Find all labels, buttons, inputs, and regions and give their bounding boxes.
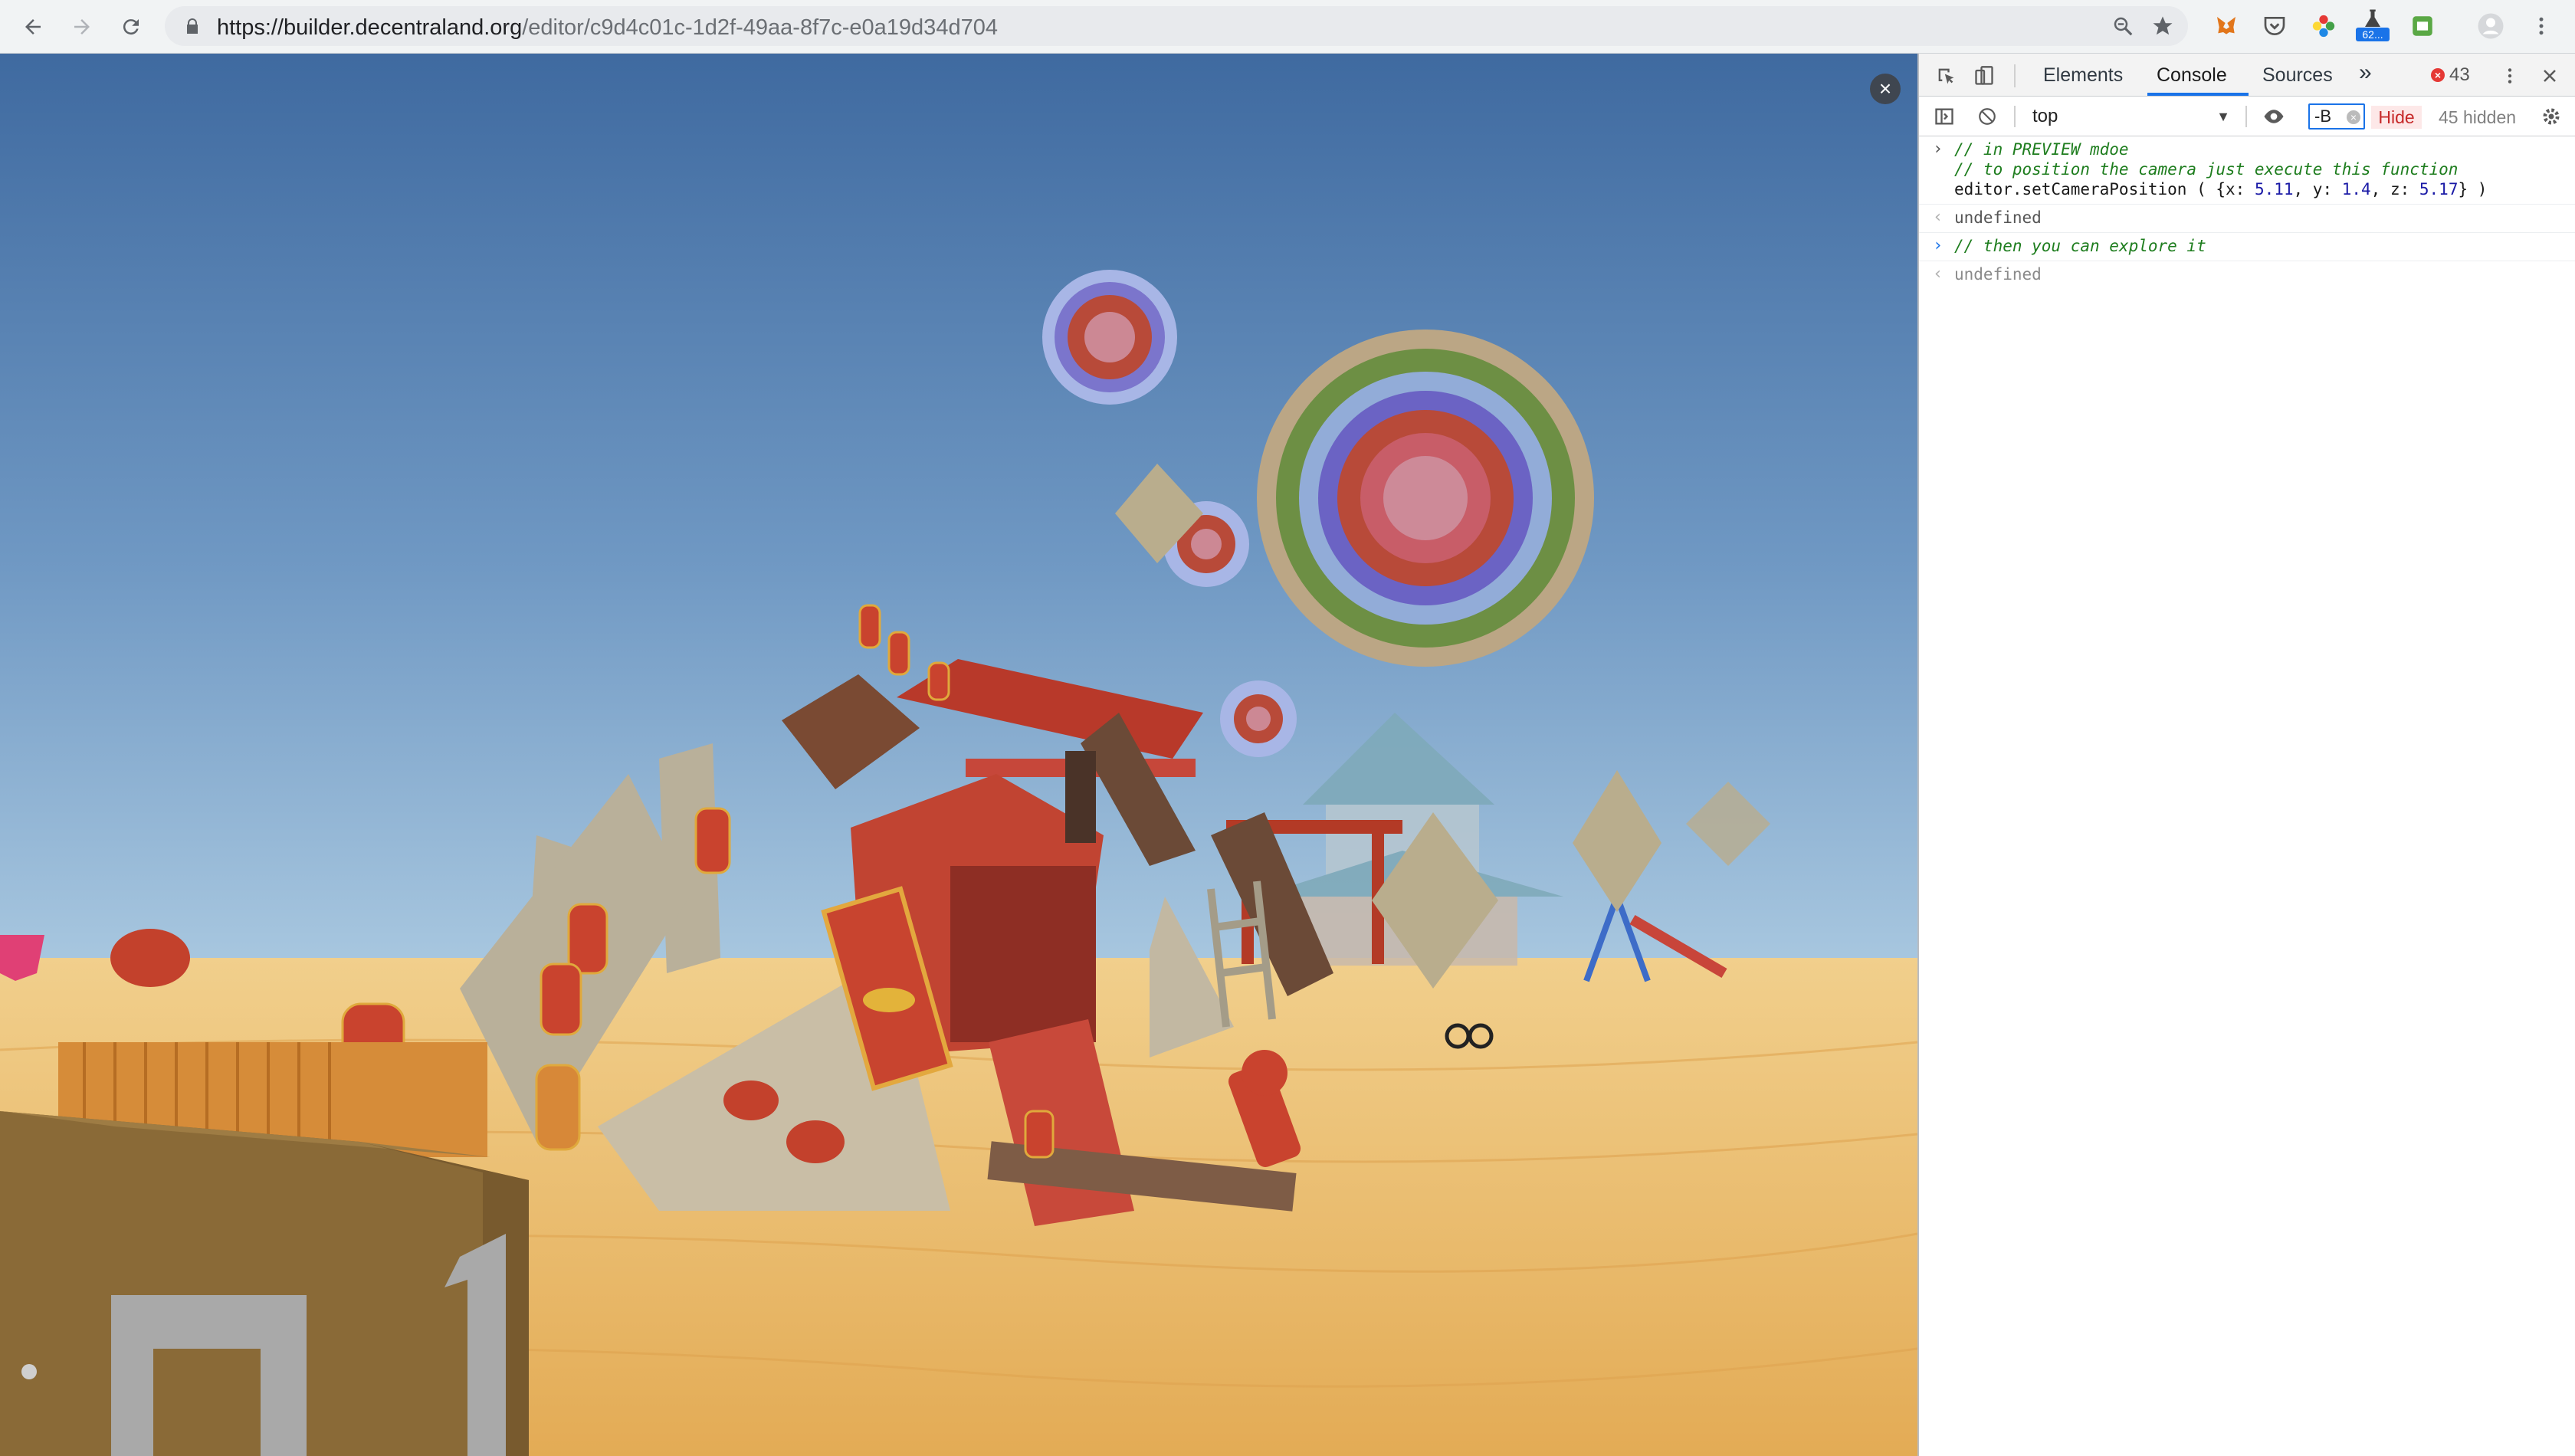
- close-devtools-icon[interactable]: [2538, 64, 2561, 87]
- forward-button[interactable]: [66, 11, 98, 43]
- device-toolbar-icon[interactable]: [1973, 64, 1996, 87]
- sidebar-toggle-icon[interactable]: [1933, 105, 1956, 128]
- color-extension-icon[interactable]: [2308, 11, 2339, 41]
- code-call-prefix: editor.setCameraPosition ( {x:: [1954, 180, 2255, 198]
- dropdown-arrow-icon: ▼: [2216, 109, 2230, 124]
- hidden-messages-count: 45 hidden: [2439, 107, 2517, 127]
- live-expression-eye-icon[interactable]: [2262, 105, 2285, 128]
- url-host: https://builder.decentraland.org: [217, 15, 523, 40]
- reload-icon: [123, 19, 139, 35]
- console-filter-input[interactable]: -B ×: [2308, 103, 2365, 130]
- input-prompt-icon: ›: [1933, 236, 1944, 255]
- tab-elements[interactable]: Elements: [2043, 64, 2123, 87]
- reload-button[interactable]: [115, 11, 147, 43]
- metamask-extension-icon[interactable]: [2211, 11, 2242, 41]
- result-arrow-icon: ‹: [1933, 264, 1944, 284]
- code-number-z: 5.17: [2419, 180, 2459, 198]
- error-count-text: 43: [2449, 64, 2470, 85]
- code-call-suffix: } ): [2458, 180, 2488, 198]
- code-comment-line: // to position the camera just execute t…: [1954, 160, 2459, 179]
- input-prompt-icon: ›: [1933, 139, 1944, 159]
- url-text: https://builder.decentraland.org/editor/…: [217, 15, 998, 41]
- bookmark-star-icon[interactable]: [2151, 15, 2174, 38]
- close-preview-button[interactable]: ×: [1870, 74, 1901, 104]
- hide-network-button[interactable]: Hide: [2371, 106, 2422, 129]
- lock-icon: [187, 18, 198, 34]
- code-line: editor.setCameraPosition ( {x: 5.11, y: …: [1954, 179, 2575, 199]
- code-label-z: , z:: [2370, 180, 2419, 198]
- code-number-x: 5.11: [2254, 180, 2294, 198]
- result-value: undefined: [1954, 265, 2042, 284]
- divider: [2245, 106, 2247, 127]
- console-settings-gear-icon[interactable]: [2540, 105, 2563, 128]
- clear-console-icon[interactable]: [1976, 105, 1999, 128]
- more-tabs-button[interactable]: »: [2359, 60, 2372, 86]
- divider: [2014, 64, 2016, 87]
- green-extension-icon[interactable]: [2407, 11, 2438, 41]
- target-ring-large: [1257, 330, 1594, 667]
- tab-sources[interactable]: Sources: [2262, 64, 2333, 87]
- code-comment-line: // in PREVIEW mdoe: [1954, 140, 2129, 159]
- pocket-extension-icon[interactable]: [2259, 11, 2290, 41]
- inspect-element-icon[interactable]: [1934, 64, 1957, 87]
- zoom-icon[interactable]: [2111, 15, 2134, 38]
- result-value: undefined: [1954, 208, 2042, 227]
- console-input-entry[interactable]: › // then you can explore it: [1919, 233, 2575, 261]
- divider: [2014, 106, 2016, 127]
- console-log[interactable]: › // in PREVIEW mdoe // to position the …: [1919, 136, 2575, 289]
- devtools-menu-icon[interactable]: [2498, 64, 2521, 87]
- active-tab-indicator: [2147, 93, 2249, 96]
- context-value: top: [2032, 106, 2058, 126]
- scene-canvas[interactable]: [0, 54, 1917, 1456]
- numbered-crate: [0, 1111, 529, 1456]
- scene-preview[interactable]: ×: [0, 54, 1917, 1456]
- code-number-y: 1.4: [2341, 180, 2371, 198]
- lab-extension-icon[interactable]: 62...: [2356, 9, 2390, 41]
- back-button[interactable]: [17, 11, 49, 43]
- console-filterbar: top ▼ -B × Hide 45 hidden: [1919, 97, 2575, 136]
- console-result-entry[interactable]: ‹ undefined: [1919, 261, 2575, 289]
- target-ring-small: [1042, 270, 1177, 405]
- clear-filter-icon[interactable]: ×: [2347, 110, 2360, 124]
- devtools-panel: Elements Console Sources » × 43 top ▼ -B…: [1917, 54, 2575, 1456]
- error-counter[interactable]: × 43: [2431, 64, 2470, 86]
- context-select[interactable]: top ▼: [2028, 104, 2235, 129]
- result-arrow-icon: ‹: [1933, 208, 1944, 227]
- back-arrow-icon: [25, 19, 41, 34]
- code-label-y: , y:: [2293, 180, 2342, 198]
- browser-toolbar: https://builder.decentraland.org/editor/…: [0, 0, 2575, 54]
- code-comment-line: // then you can explore it: [1954, 237, 2206, 255]
- devtools-tabbar: Elements Console Sources » × 43: [1919, 54, 2575, 97]
- tab-console[interactable]: Console: [2157, 64, 2227, 87]
- filter-value: -B: [2314, 107, 2331, 126]
- profile-avatar-icon[interactable]: [2475, 11, 2506, 41]
- extension-badge: 62...: [2356, 28, 2390, 41]
- forward-arrow-icon: [74, 19, 90, 34]
- url-path: /editor/c9d4c01c-1d2f-49aa-8f7c-e0a19d34…: [522, 15, 998, 40]
- address-bar[interactable]: https://builder.decentraland.org/editor/…: [165, 6, 2188, 46]
- console-result-entry[interactable]: ‹ undefined: [1919, 205, 2575, 233]
- error-icon: ×: [2431, 68, 2445, 82]
- console-input-entry[interactable]: › // in PREVIEW mdoe // to position the …: [1919, 136, 2575, 205]
- browser-menu-icon[interactable]: [2526, 11, 2557, 41]
